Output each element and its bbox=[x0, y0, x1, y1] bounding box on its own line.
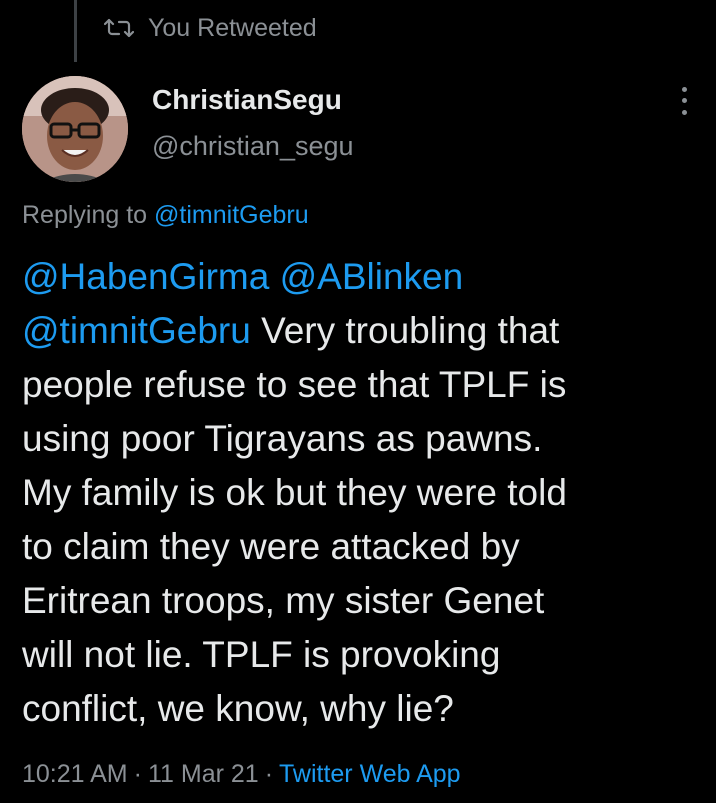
tweet-time[interactable]: 10:21 AM bbox=[22, 760, 128, 788]
tweet-line: will not lie. TPLF is provoking bbox=[22, 634, 501, 675]
tweet-line: @timnitGebru Very troubling that bbox=[22, 304, 702, 358]
tweet-line: people refuse to see that TPLF is bbox=[22, 364, 567, 405]
tweet-line: to claim they were attacked by bbox=[22, 526, 520, 567]
tweet-line: Eritrean troops, my sister Genet bbox=[22, 580, 545, 621]
meta-separator: · bbox=[133, 760, 142, 788]
replying-to-link[interactable]: @timnitGebru bbox=[154, 201, 309, 229]
tweet-line: My family is ok but they were told bbox=[22, 472, 567, 513]
author-display-name[interactable]: ChristianSegu bbox=[152, 84, 342, 116]
thread-line bbox=[74, 0, 77, 62]
replying-to: Replying to @timnitGebru bbox=[22, 201, 309, 230]
tweet-text: @HabenGirma @ABlinken @timnitGebru Very … bbox=[22, 250, 702, 736]
mention-link[interactable]: @ABlinken bbox=[280, 256, 464, 297]
more-vertical-icon[interactable] bbox=[672, 84, 696, 118]
replying-prefix: Replying to bbox=[22, 201, 155, 229]
meta-separator: · bbox=[264, 760, 274, 788]
mention-link[interactable]: @HabenGirma bbox=[22, 256, 269, 297]
tweet-line-text: Very troubling that bbox=[250, 310, 560, 351]
retweet-indicator: You Retweeted bbox=[104, 12, 317, 44]
tweet-line: using poor Tigrayans as pawns. bbox=[22, 418, 543, 459]
tweet-meta: 10:21 AM · 11 Mar 21 · Twitter Web App bbox=[22, 760, 461, 789]
tweet-header: ChristianSegu @christian_segu bbox=[22, 76, 696, 182]
tweet-line: @HabenGirma @ABlinken bbox=[22, 250, 702, 304]
retweet-icon bbox=[104, 16, 134, 40]
tweet-date[interactable]: 11 Mar 21 bbox=[148, 760, 259, 788]
tweet-line: conflict, we know, why lie? bbox=[22, 688, 454, 729]
author-handle[interactable]: @christian_segu bbox=[152, 131, 354, 162]
avatar[interactable] bbox=[22, 76, 128, 182]
retweet-label: You Retweeted bbox=[148, 13, 317, 42]
tweet-source-link[interactable]: Twitter Web App bbox=[279, 760, 461, 788]
mention-link[interactable]: @timnitGebru bbox=[22, 310, 251, 351]
